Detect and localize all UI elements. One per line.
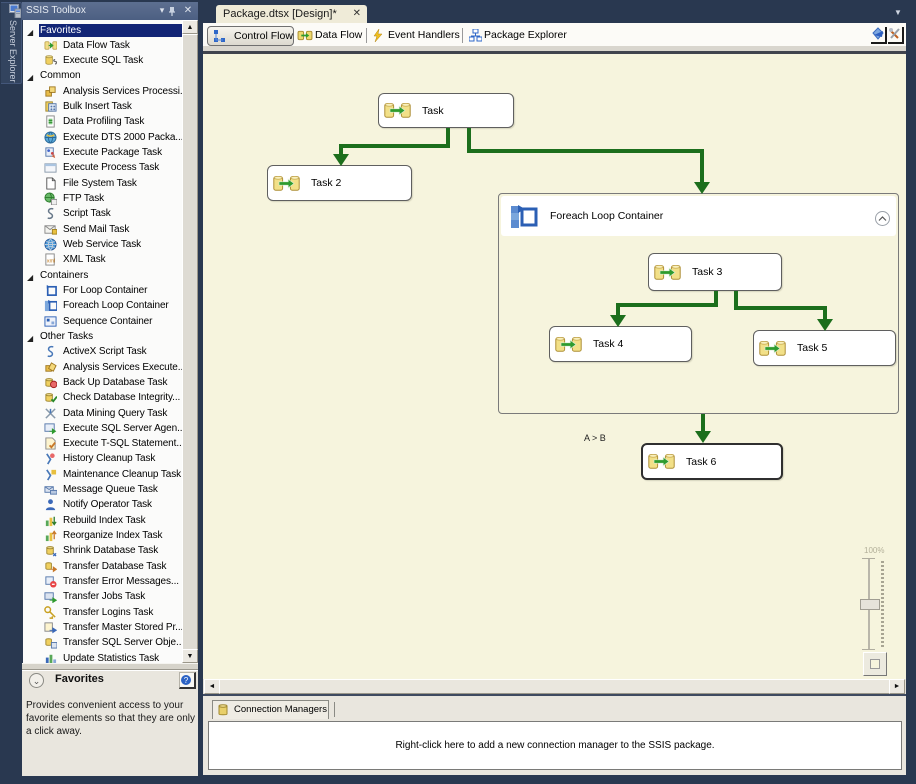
svg-text:xml: xml [47,259,55,265]
svg-text:?: ? [184,676,189,685]
